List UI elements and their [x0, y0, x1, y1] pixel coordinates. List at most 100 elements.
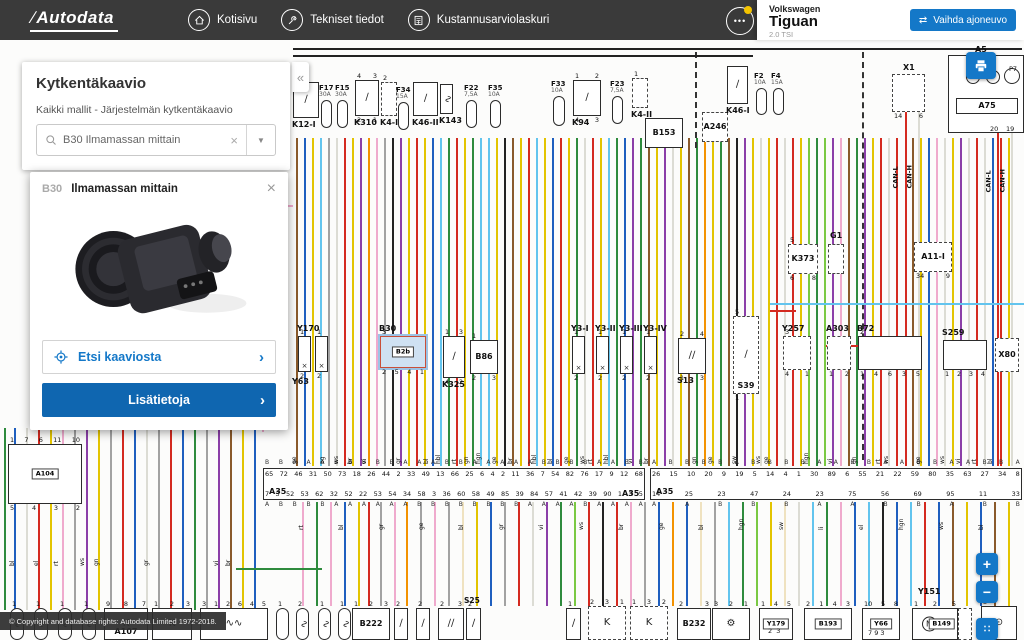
component-K143[interactable]: K143 ∿: [439, 84, 462, 125]
component-Y3-III[interactable]: Y3-III 1 2 ×: [619, 325, 643, 381]
component-X1[interactable]: 14 6: [892, 74, 925, 119]
wire: [194, 428, 196, 610]
component-F17|30A[interactable]: F17 30A: [319, 84, 334, 128]
pan-button[interactable]: ∷: [976, 618, 998, 640]
autodata-logo[interactable]: ∕Autodata: [30, 8, 119, 32]
component-Y170[interactable]: Y170 1 2 ×: [297, 325, 320, 379]
component-label: B232: [682, 619, 706, 628]
sw-symbol: ∕: [471, 618, 476, 629]
component-F34|15A[interactable]: F34 15A: [396, 86, 411, 130]
component-Y151[interactable]: 125B149M: [912, 601, 958, 640]
more-details-button[interactable]: Lisätietoja ›: [42, 383, 276, 417]
component-Y3-IV[interactable]: Y3-IV 1 2 ×: [643, 325, 667, 381]
component-B72[interactable]: B72 2 1 4 6 3 5: [857, 325, 922, 377]
wire: [808, 138, 810, 466]
component-G1[interactable]: [828, 244, 844, 274]
component-switch-4[interactable]: 1 ∕: [566, 601, 581, 640]
wire: [770, 502, 772, 606]
component-search-input[interactable]: B30 Ilmamassan mittain × ▼: [36, 124, 276, 156]
nav-item-technical[interactable]: Tekniset tiedot: [281, 9, 384, 31]
nav-item-estimator[interactable]: Kustannusarviolaskuri: [407, 9, 550, 31]
component-sensor-2[interactable]: 1 ∿: [318, 601, 331, 640]
component-K373[interactable]: K373 5 6 8: [788, 237, 818, 281]
component-B153[interactable]: B153: [645, 118, 683, 148]
component-F4|15A[interactable]: F4 15A: [771, 72, 784, 115]
component-A303[interactable]: A303 1 2: [826, 325, 851, 377]
component-S13[interactable]: S13 2 4 1 3 ∕∕: [677, 331, 706, 385]
rly-symbol: ∕: [452, 351, 456, 362]
component-S25[interactable]: 2 ∕: [466, 601, 481, 640]
print-button[interactable]: [966, 52, 996, 79]
component-connector-1[interactable]: 1: [276, 601, 289, 640]
zoom-in-button[interactable]: +: [976, 553, 998, 575]
component-connector-2[interactable]: [958, 608, 972, 640]
component-sensor-3[interactable]: 1 ∿: [338, 601, 351, 640]
change-vehicle-button[interactable]: ⇄ Vaihda ajoneuvo: [909, 9, 1016, 31]
component-Y3-I[interactable]: Y3-I 1 2 ×: [571, 325, 589, 381]
component-F33|10A[interactable]: F33 10A: [551, 80, 566, 126]
diagram-label: CAN-H: [905, 165, 914, 189]
printer-icon: [975, 59, 987, 72]
diagram-label: vi: [213, 560, 220, 566]
component-A246[interactable]: A246: [702, 112, 728, 142]
component-sensor-1[interactable]: 2 ∿: [296, 601, 309, 640]
nav-label: Kustannusarviolaskuri: [436, 14, 550, 26]
find-in-diagram-button[interactable]: Etsi kaaviosta ›: [42, 340, 276, 374]
component-B86[interactable]: B86 1 2 3: [470, 333, 498, 381]
component-F15|30A[interactable]: F15 30A: [335, 84, 350, 128]
component-F22|7,5A[interactable]: F22 7,5A: [464, 84, 479, 128]
component-K325[interactable]: K325 1 3 4 2 ∕: [442, 329, 465, 389]
component-K46-II[interactable]: K46-II ∕: [412, 82, 439, 127]
wire: [736, 138, 738, 466]
diagram-label: li: [818, 526, 825, 530]
component-F23|7,5A[interactable]: F23 7,5A: [610, 80, 625, 124]
component-A35-right[interactable]: A35 26 15 10 20 9 19 5 14 4 1 30 89 6 55 21 22 59 80 35 63 27…: [650, 460, 1022, 508]
search-dropdown-icon[interactable]: ▼: [246, 125, 275, 155]
component-throttle-actuator[interactable]: 3 2 1 ⚙: [712, 601, 750, 640]
component-F35|10A[interactable]: F35 10A: [488, 84, 503, 128]
pin-row: 3: [382, 328, 387, 336]
component-ignition-coil-1[interactable]: 231 K: [588, 599, 626, 640]
component-K4-I[interactable]: K4-I 2: [380, 75, 398, 127]
wire: [434, 502, 436, 606]
wire: [704, 138, 706, 466]
component-switch-3[interactable]: 2 3 ∕∕: [438, 601, 464, 640]
component-Y63[interactable]: 1 2 ×: [315, 329, 328, 379]
component-S39[interactable]: S39 5 1 ∕: [733, 309, 759, 401]
rly-symbol: ∕: [304, 94, 308, 105]
component-A104[interactable]: 17611105432A104∕: [8, 437, 82, 511]
wire: [976, 138, 978, 466]
component-B30[interactable]: B30 3 2 5 4 1 B2b: [379, 325, 426, 375]
component-switch-1[interactable]: 2 ∕: [394, 601, 408, 640]
component-Y179[interactable]: 1 4 5 Y179: [759, 601, 793, 640]
pin-row: 2: [574, 373, 579, 382]
component-B193[interactable]: 2 1 4 3 B193: [804, 601, 852, 640]
component-F2|10A[interactable]: F2 10A: [754, 72, 767, 115]
component-K4-II[interactable]: K4-II 1: [631, 71, 652, 119]
close-icon[interactable]: ×: [267, 181, 276, 197]
component-K94[interactable]: K94 1 2 4 3 ∕: [572, 73, 601, 127]
component-switch-2[interactable]: 2 ∕: [416, 601, 430, 640]
component-ignition-coil-2[interactable]: 132 K: [630, 599, 668, 640]
wire: [952, 502, 954, 606]
component-X80[interactable]: X80: [995, 338, 1019, 372]
clear-search-icon[interactable]: ×: [222, 133, 246, 148]
pin-row: 1: [84, 600, 89, 608]
component-B222[interactable]: B222 1 2 3: [352, 601, 390, 640]
zoom-out-button[interactable]: −: [976, 581, 998, 603]
component-S259[interactable]: S259 1 2 3 4: [942, 329, 987, 377]
component-K310[interactable]: K310 4 3 2 1 ∕: [354, 73, 379, 127]
wire: [798, 502, 800, 606]
nav-item-home[interactable]: Kotisivu: [188, 9, 257, 31]
component-card: B30 Ilmamassan mittain × Etsi kaaviosta: [30, 172, 288, 430]
diagram-label: ge: [707, 456, 714, 465]
component-A75[interactable]: A75: [956, 98, 1018, 114]
component-A11-I[interactable]: A11-I 34 9: [914, 242, 952, 279]
component-A35[interactable]: A35 65 72 46 31 50 73 18 26 44 2 33 49 13 66 25 6 4 2 11 36 7…: [263, 460, 645, 508]
component-K46-I[interactable]: K46-I ∕: [726, 66, 750, 115]
component-B232[interactable]: B232 2 3: [677, 601, 711, 640]
wire: [424, 138, 426, 466]
component-Y3-II[interactable]: Y3-II 1 2 ×: [595, 325, 616, 381]
panel-collapse-button[interactable]: «: [292, 62, 309, 92]
component-Y257[interactable]: Y257 3 4 1: [782, 325, 811, 377]
